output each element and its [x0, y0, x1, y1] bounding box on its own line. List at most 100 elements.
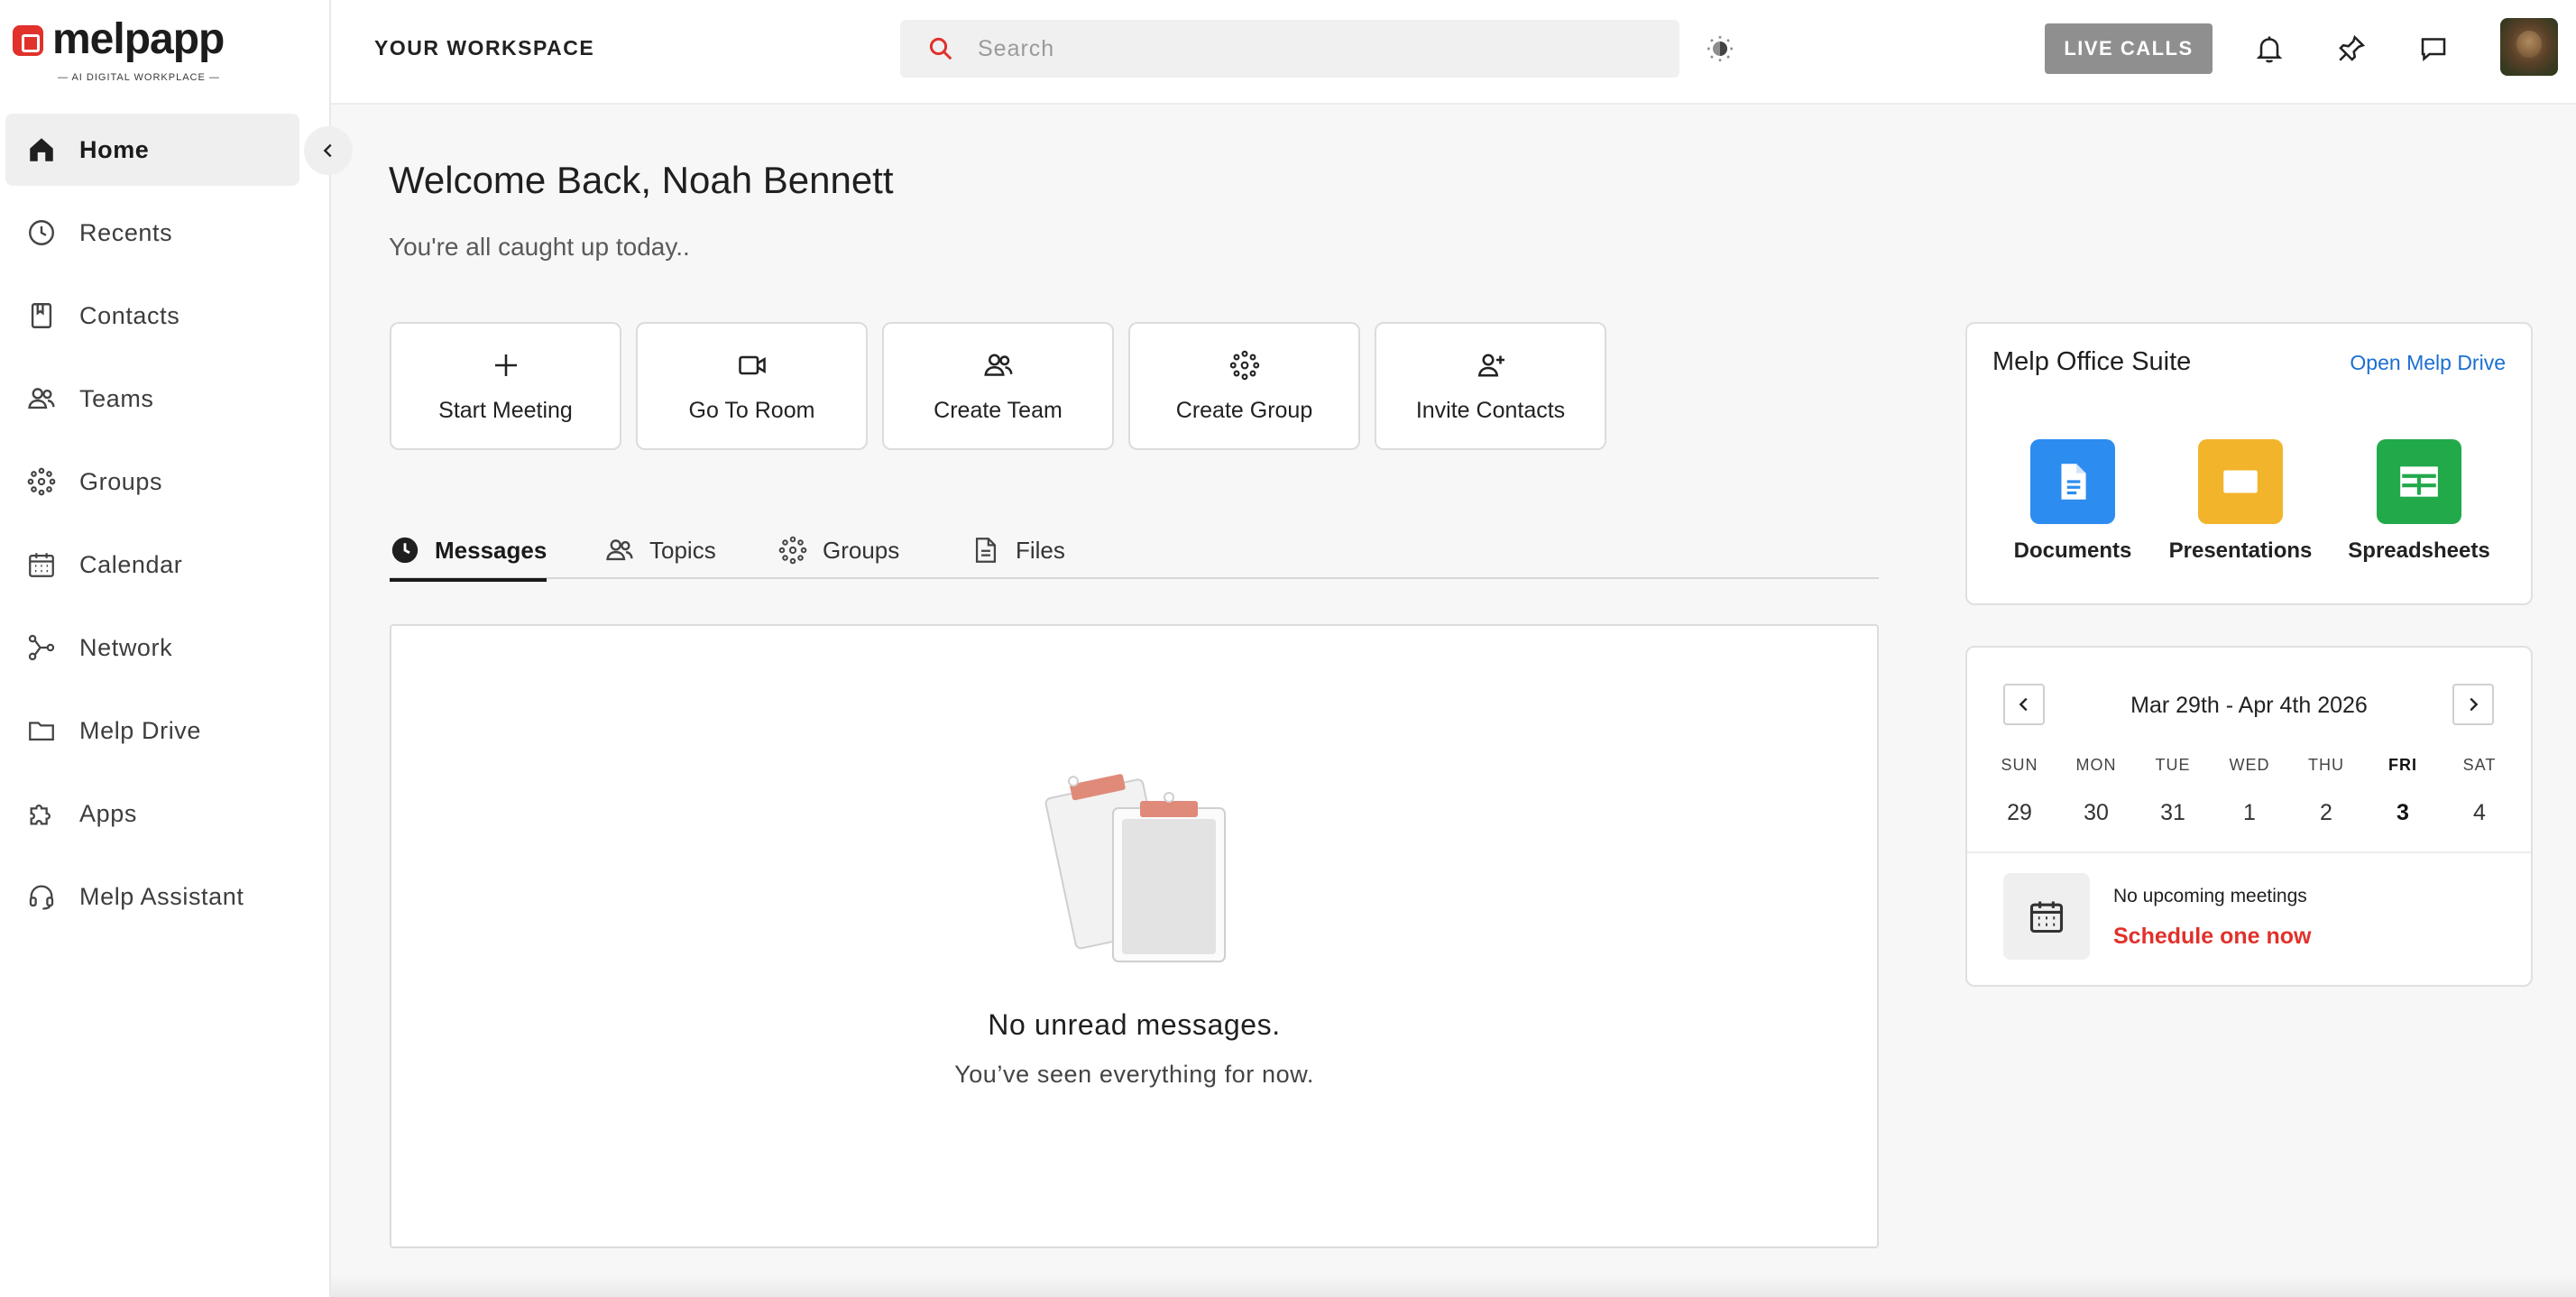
calendar-day[interactable]: SUN 29 — [1983, 756, 2056, 826]
chat-icon[interactable] — [2417, 32, 2450, 65]
sidebar-nav: Home Recents Contacts Teams Groups Calen… — [5, 114, 299, 943]
bookmark-icon — [25, 299, 58, 332]
sidebar-item-label: Apps — [79, 799, 137, 827]
sidebar-item-teams[interactable]: Teams — [5, 363, 299, 435]
live-calls-button[interactable]: LIVE CALLS — [2045, 23, 2213, 74]
tab-label: Messages — [435, 536, 547, 564]
group-dots-icon — [1229, 350, 1259, 380]
sidebar-item-label: Melp Drive — [79, 716, 202, 744]
empty-state-title: No unread messages. — [988, 1008, 1281, 1041]
sidebar-item-groups[interactable]: Groups — [5, 446, 299, 518]
quick-actions: Start Meeting Go To Room Create Team Cre… — [390, 322, 1606, 450]
no-meetings-text: No upcoming meetings — [2113, 886, 2307, 906]
collapse-sidebar-button[interactable] — [304, 126, 353, 175]
search-bar[interactable] — [900, 20, 1679, 78]
tab-files[interactable]: Files — [971, 521, 1065, 579]
day-name: FRI — [2388, 756, 2417, 774]
calendar-day[interactable]: THU 2 — [2290, 756, 2362, 826]
sidebar: melpapp — AI DIGITAL WORKPLACE — Home Re… — [0, 0, 331, 1297]
app-logo[interactable]: melpapp — AI DIGITAL WORKPLACE — — [13, 15, 247, 90]
sidebar-item-label: Contacts — [79, 301, 180, 329]
team-icon — [983, 353, 1013, 376]
calendar-day[interactable]: SAT 4 — [2443, 756, 2516, 826]
avatar[interactable] — [2500, 18, 2558, 76]
clock-icon — [25, 216, 58, 249]
top-header: YOUR WORKSPACE LIVE CALLS — [331, 0, 2576, 105]
invite-contacts-button[interactable]: Invite Contacts — [1375, 322, 1606, 450]
day-date: 4 — [2473, 800, 2486, 825]
go-to-room-button[interactable]: Go To Room — [636, 322, 868, 450]
calendar-week: SUN 29 MON 30 TUE 31 WED 1 THU 2 FRI 3 S… — [1983, 756, 2516, 826]
sidebar-item-calendar[interactable]: Calendar — [5, 529, 299, 601]
sidebar-item-apps[interactable]: Apps — [5, 777, 299, 850]
sidebar-item-recents[interactable]: Recents — [5, 197, 299, 269]
start-meeting-button[interactable]: Start Meeting — [390, 322, 621, 450]
people-icon — [25, 382, 58, 415]
action-label: Start Meeting — [438, 397, 573, 423]
action-label: Create Group — [1175, 397, 1313, 423]
calendar-day[interactable]: WED 1 — [2213, 756, 2286, 826]
office-suite-title: Melp Office Suite — [1992, 347, 2192, 376]
tab-messages[interactable]: Messages — [390, 521, 547, 582]
tab-label: Topics — [649, 536, 716, 564]
day-date: 1 — [2243, 800, 2256, 825]
folder-icon — [25, 714, 58, 747]
workspace-title: YOUR WORKSPACE — [374, 36, 595, 60]
day-date: 2 — [2320, 800, 2332, 825]
sidebar-item-melp-drive[interactable]: Melp Drive — [5, 694, 299, 767]
tab-groups[interactable]: Groups — [777, 521, 899, 579]
tab-topics[interactable]: Topics — [604, 521, 716, 579]
calendar-day-today[interactable]: FRI 3 — [2367, 756, 2439, 826]
calendar-card: Mar 29th - Apr 4th 2026 SUN 29 MON 30 TU… — [1965, 646, 2533, 987]
people-icon — [606, 539, 633, 561]
groups-icon — [778, 536, 807, 565]
bell-icon[interactable] — [2253, 32, 2286, 65]
sidebar-item-home[interactable]: Home — [5, 114, 299, 186]
action-label: Create Team — [934, 397, 1063, 423]
calendar-next-button[interactable] — [2452, 684, 2494, 725]
sidebar-item-label: Calendar — [79, 550, 183, 578]
groups-icon — [25, 465, 58, 498]
video-camera-icon — [738, 355, 766, 374]
spreadsheet-icon — [2377, 439, 2461, 524]
logo-mark-icon — [13, 25, 43, 56]
sidebar-item-contacts[interactable]: Contacts — [5, 280, 299, 352]
presentation-icon — [2198, 439, 2283, 524]
spreadsheets-app[interactable]: Spreadsheets — [2333, 439, 2505, 564]
plus-icon — [494, 354, 517, 376]
app-label: Presentations — [2168, 538, 2313, 563]
empty-state-subtitle: You’ve seen everything for now. — [954, 1061, 1314, 1088]
add-person-icon — [1477, 353, 1504, 377]
day-name: THU — [2308, 756, 2344, 774]
day-name: SAT — [2462, 756, 2497, 774]
calendar-icon — [25, 548, 58, 581]
network-icon — [25, 631, 58, 664]
open-melp-drive-link[interactable]: Open Melp Drive — [2350, 351, 2506, 375]
calendar-divider — [1967, 851, 2531, 853]
day-name: WED — [2229, 756, 2270, 774]
sidebar-item-network[interactable]: Network — [5, 612, 299, 684]
presentations-app[interactable]: Presentations — [2155, 439, 2326, 564]
create-team-button[interactable]: Create Team — [882, 322, 1114, 450]
calendar-day[interactable]: MON 30 — [2060, 756, 2132, 826]
schedule-meeting-link[interactable]: Schedule one now — [2113, 924, 2311, 950]
app-label: Documents — [2013, 538, 2132, 563]
sidebar-item-melp-assistant[interactable]: Melp Assistant — [5, 860, 299, 933]
home-icon — [25, 133, 58, 166]
logo-text: melpapp — [52, 15, 225, 63]
search-icon — [929, 37, 952, 60]
sidebar-item-label: Home — [79, 135, 150, 163]
day-name: TUE — [2155, 756, 2191, 774]
chevron-left-icon — [323, 143, 332, 158]
create-group-button[interactable]: Create Group — [1128, 322, 1360, 450]
search-input[interactable] — [978, 35, 1663, 62]
pin-icon[interactable] — [2335, 32, 2368, 65]
calendar-day[interactable]: TUE 31 — [2137, 756, 2209, 826]
sidebar-item-label: Groups — [79, 467, 163, 495]
logo-tagline: — AI DIGITAL WORKPLACE — — [58, 72, 220, 83]
tab-label: Groups — [823, 536, 900, 564]
app-label: Spreadsheets — [2348, 538, 2490, 563]
calendar-icon — [2003, 873, 2090, 960]
documents-app[interactable]: Documents — [1987, 439, 2158, 564]
theme-toggle-icon[interactable] — [1706, 34, 1734, 63]
